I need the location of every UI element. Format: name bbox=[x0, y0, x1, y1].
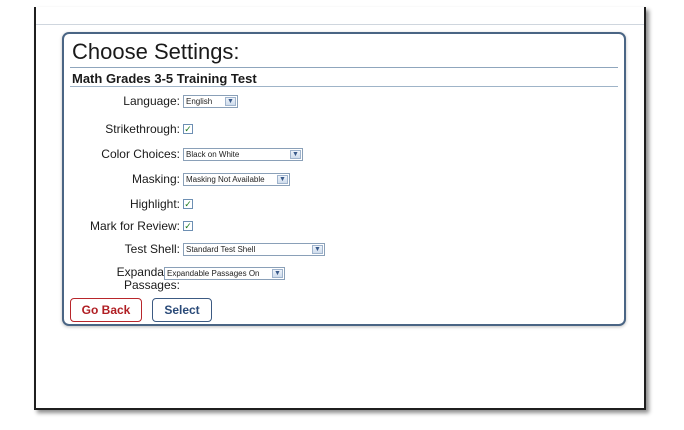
checkmark-icon: ✓ bbox=[184, 123, 192, 134]
test-shell-label: Test Shell: bbox=[124, 242, 180, 256]
masking-label: Masking: bbox=[131, 172, 180, 186]
mark-for-review-label: Mark for Review: bbox=[89, 219, 180, 233]
chevron-down-icon: ▼ bbox=[272, 269, 283, 278]
expandable-passages-value: Expandable Passages On bbox=[167, 269, 260, 278]
top-bar bbox=[36, 7, 644, 25]
mark-for-review-row: Mark for Review: ✓ bbox=[64, 217, 193, 235]
highlight-label: Highlight: bbox=[129, 197, 180, 211]
language-row: Language: English ▼ bbox=[64, 92, 238, 110]
chevron-down-icon: ▼ bbox=[277, 174, 288, 184]
test-shell-row: Test Shell: Standard Test Shell ▼ bbox=[64, 240, 325, 258]
test-shell-select[interactable]: Standard Test Shell ▼ bbox=[183, 242, 325, 256]
go-back-button[interactable]: Go Back bbox=[70, 298, 142, 322]
masking-value: Masking Not Available bbox=[186, 174, 265, 184]
masking-row: Masking: Masking Not Available ▼ bbox=[64, 170, 290, 188]
expandable-passages-label-line2: Passages: bbox=[123, 278, 180, 292]
color-choices-row: Color Choices: Black on White ▼ bbox=[64, 145, 303, 163]
color-choices-select[interactable]: Black on White ▼ bbox=[183, 147, 303, 161]
settings-panel: Choose Settings: Math Grades 3-5 Trainin… bbox=[62, 32, 626, 326]
app-window: Choose Settings: Math Grades 3-5 Trainin… bbox=[34, 7, 646, 410]
color-choices-value: Black on White bbox=[186, 149, 240, 159]
language-label: Language: bbox=[123, 94, 180, 108]
title-divider bbox=[70, 67, 618, 68]
expandable-passages-label: Expandable Passages: bbox=[64, 266, 180, 292]
test-name: Math Grades 3-5 Training Test bbox=[72, 71, 257, 86]
select-button[interactable]: Select bbox=[152, 298, 212, 322]
highlight-checkbox[interactable]: ✓ bbox=[183, 199, 193, 209]
expandable-passages-select[interactable]: Expandable Passages On ▼ bbox=[164, 267, 285, 280]
color-choices-label: Color Choices: bbox=[101, 147, 180, 161]
highlight-row: Highlight: ✓ bbox=[64, 195, 193, 213]
strikethrough-label: Strikethrough: bbox=[105, 122, 180, 136]
language-select[interactable]: English ▼ bbox=[183, 94, 238, 108]
masking-select[interactable]: Masking Not Available ▼ bbox=[183, 172, 290, 186]
mark-for-review-checkbox[interactable]: ✓ bbox=[183, 221, 193, 231]
test-shell-value: Standard Test Shell bbox=[186, 244, 256, 254]
strikethrough-row: Strikethrough: ✓ bbox=[64, 120, 193, 138]
page-title: Choose Settings: bbox=[72, 39, 240, 64]
checkmark-icon: ✓ bbox=[184, 198, 192, 209]
chevron-down-icon: ▼ bbox=[290, 149, 301, 159]
strikethrough-checkbox[interactable]: ✓ bbox=[183, 124, 193, 134]
chevron-down-icon: ▼ bbox=[225, 96, 236, 106]
subtitle-divider bbox=[70, 86, 618, 87]
language-value: English bbox=[186, 96, 213, 106]
checkmark-icon: ✓ bbox=[184, 220, 192, 231]
chevron-down-icon: ▼ bbox=[312, 244, 323, 254]
